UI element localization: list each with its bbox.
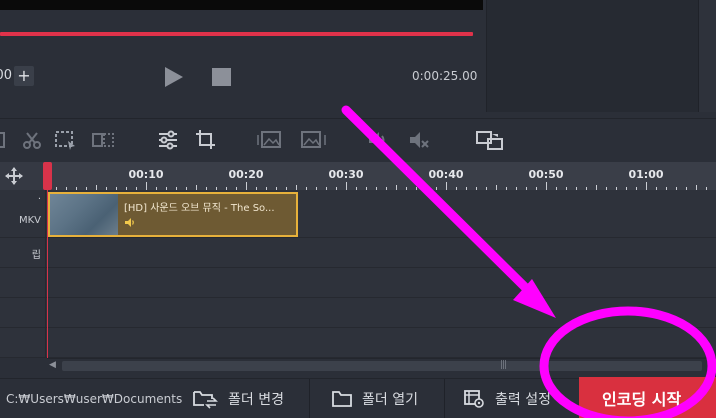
ruler-tick-label: 00:20 (228, 168, 264, 181)
preview-panel: 00 + 0:00:25.00 (0, 0, 483, 112)
cut-icon[interactable] (20, 129, 44, 151)
video-clip[interactable]: [HD] 사운드 오브 뮤직 - The So... (48, 192, 298, 237)
zoom-value[interactable]: 00 (0, 68, 12, 86)
clip-thumbnail (50, 194, 118, 235)
ruler-tick-label: 00:30 (328, 168, 364, 181)
move-arrows-icon[interactable] (5, 167, 23, 185)
play-icon (165, 67, 183, 87)
playhead-handle[interactable] (43, 162, 52, 190)
volume-icon[interactable] (366, 129, 390, 151)
track-label (0, 328, 46, 357)
output-path: C:₩Users₩user₩Documents₩ (6, 392, 182, 406)
change-folder-label: 폴더 변경 (228, 392, 284, 408)
total-time: 0:00:25.00 (412, 69, 478, 83)
open-folder-label: 폴더 열기 (362, 392, 418, 408)
scroll-left-arrow-icon[interactable]: ◀ (49, 360, 56, 370)
separator (444, 379, 445, 418)
track-row[interactable] (0, 328, 716, 358)
track-label (0, 268, 46, 297)
image-icon[interactable] (300, 129, 328, 151)
subtitle-track-label-text: 립 (31, 250, 41, 261)
clip-body: [HD] 사운드 오브 뮤직 - The So... (118, 194, 296, 235)
ruler-tick-label: 00:50 (528, 168, 564, 181)
ruler-tick-label: 00:40 (428, 168, 464, 181)
subtitle-track[interactable]: 립 (0, 238, 716, 268)
mute-icon[interactable] (407, 129, 431, 151)
separator (309, 379, 310, 418)
folder-icon (332, 391, 352, 407)
scrollbar-thumb[interactable] (62, 361, 702, 371)
image-overlay-icon[interactable] (256, 129, 284, 151)
side-panel-content (486, 0, 698, 112)
side-panel-scrollbar[interactable] (698, 0, 716, 112)
stop-button[interactable] (212, 68, 231, 86)
playhead-line (47, 190, 48, 358)
output-settings-label: 출력 설정 (495, 392, 551, 408)
seek-bar[interactable] (0, 32, 473, 36)
adjust-icon[interactable] (156, 129, 180, 151)
playback-controls: 00 + 0:00:25.00 (0, 60, 483, 94)
crop-icon[interactable] (194, 129, 218, 151)
track-row[interactable] (0, 298, 716, 328)
play-button[interactable] (163, 65, 185, 89)
side-panel (484, 0, 716, 112)
track-label (0, 298, 46, 327)
ruler-header (0, 162, 46, 190)
ruler-tick-label: 01:00 (628, 168, 664, 181)
video-track-label-format: MKV (18, 215, 41, 226)
speaker-icon (125, 218, 134, 227)
open-folder-button[interactable]: 폴더 열기 (332, 379, 418, 418)
track-row[interactable] (0, 268, 716, 298)
timeline-ruler[interactable]: 00:10 00:20 00:30 00:40 00:50 01:00 (0, 162, 716, 190)
output-settings-icon (464, 390, 484, 408)
crop-select-icon[interactable] (53, 129, 77, 151)
video-track-label: · MKV (0, 190, 46, 237)
subtitle-track-label: 립 (0, 238, 46, 267)
video-track-label-top: · (37, 194, 41, 205)
output-settings-button[interactable]: 출력 설정 (463, 379, 551, 418)
export-image-icon[interactable] (474, 129, 504, 151)
edit-toolbar (0, 118, 716, 162)
split-icon[interactable] (91, 129, 115, 151)
edit-icon[interactable] (0, 129, 12, 151)
ruler-ticks: 00:10 00:20 00:30 00:40 00:50 01:00 (46, 162, 716, 190)
zoom-in-button[interactable]: + (14, 66, 34, 86)
video-preview (0, 0, 483, 10)
folder-swap-icon (193, 391, 218, 409)
clip-title: [HD] 사운드 오브 뮤직 - The So... (124, 203, 275, 214)
ruler-tick-label: 00:10 (128, 168, 164, 181)
timeline-scrollbar[interactable]: ◀ ||| (47, 358, 716, 372)
change-folder-button[interactable]: 폴더 변경 (192, 379, 284, 418)
start-encoding-button[interactable]: 인코딩 시작 (579, 377, 716, 418)
scrollbar-grip-icon: ||| (500, 360, 507, 370)
